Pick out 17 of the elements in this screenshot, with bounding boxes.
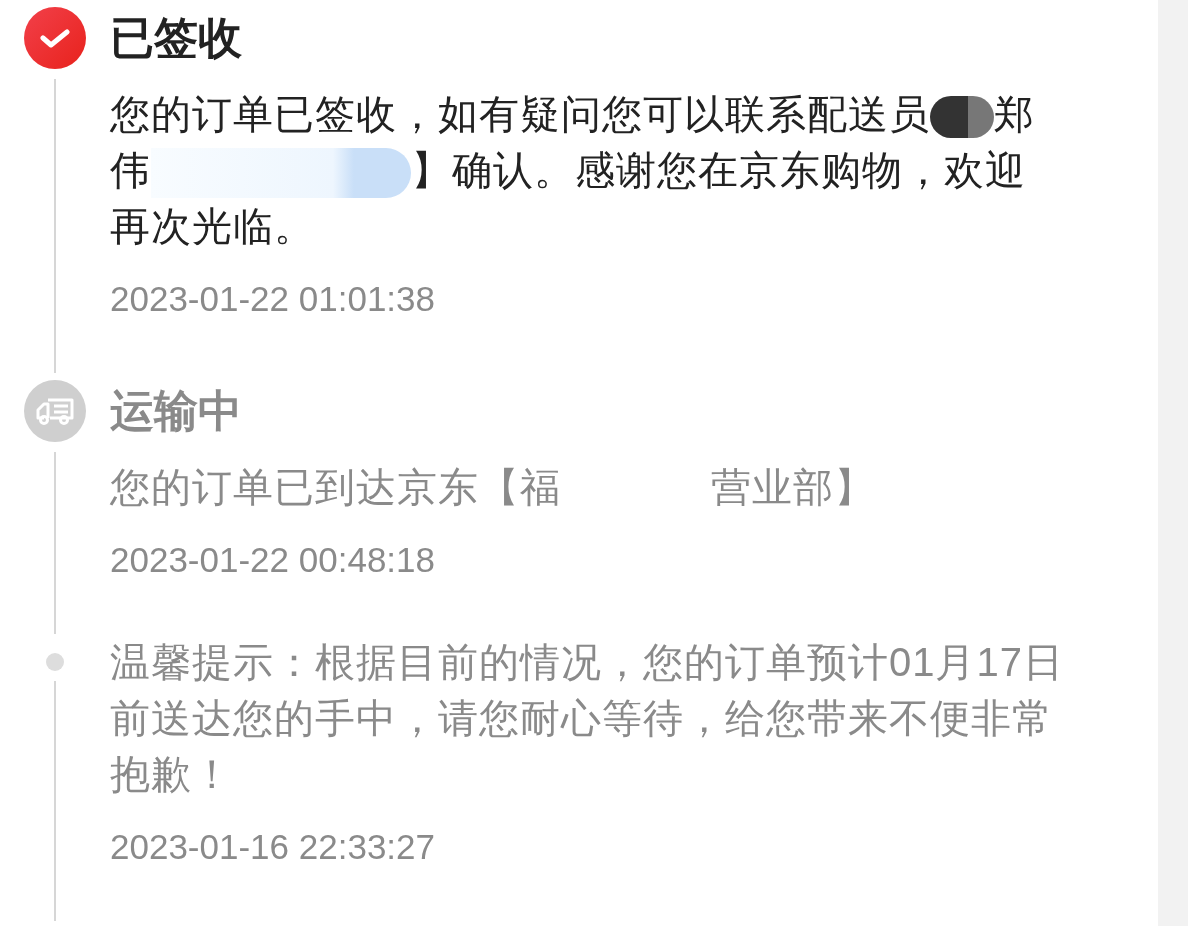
timeline-dot: [46, 653, 64, 672]
message-text: 温馨提示：根据目前的情况，您的订单预计01月17日: [110, 640, 1064, 685]
message-text: 再次光临。: [110, 204, 315, 249]
message-text: 营业部】: [711, 465, 875, 510]
message-text: 前送达您的手中，请您耐心等待，给您带来不便非常: [110, 696, 1053, 741]
status-title: 已签收: [110, 12, 243, 64]
redaction-mark: [930, 96, 994, 139]
status-title: 运输中: [110, 385, 243, 438]
message-text: 】确认。感谢您在京东购物，欢迎: [411, 148, 1026, 192]
message-text: 郑: [994, 92, 1035, 136]
message-text: 您的订单已到达京东【福: [110, 465, 561, 510]
timestamp: 2023-01-16 22:33:27: [110, 826, 436, 869]
message-text: 伟: [110, 148, 151, 192]
message-text: 抱歉！: [110, 752, 233, 797]
timestamp: 2023-01-22 01:01:38: [110, 278, 436, 321]
message-text: 您的订单已签收，如有疑问您可以联系配送员: [110, 92, 930, 136]
timestamp: 2023-01-22 00:48:18: [110, 539, 436, 582]
